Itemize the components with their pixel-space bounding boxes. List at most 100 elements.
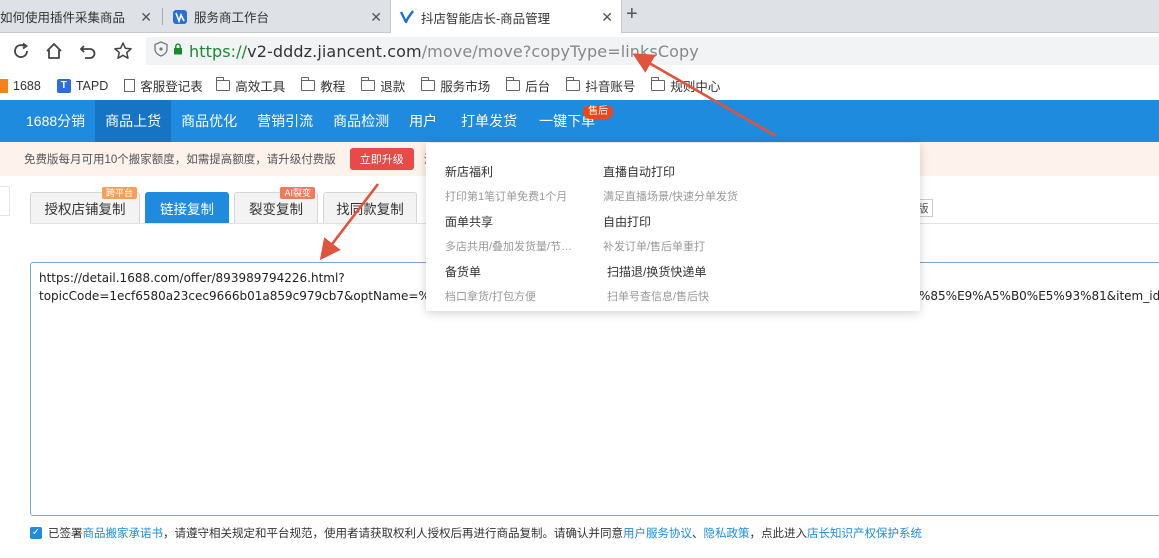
tab-separator: [162, 8, 163, 25]
browser-tab-3[interactable]: 抖店智能店长-商品管理 ✕: [390, 0, 622, 34]
url-field[interactable]: https://v2-dddz.jiancent.com/move/move?c…: [146, 37, 1159, 65]
dropdown-item-title: 备货单: [445, 265, 482, 279]
bookmark-label: TAPD: [75, 78, 109, 93]
link-line-2-end: %85%E9%A5%B0%E5%93%81&item_id=893: [919, 289, 1159, 303]
home-icon[interactable]: [42, 39, 66, 63]
dropdown-item-desc: 满足直播场景/快速分单发货: [603, 191, 739, 203]
tab-link-copy[interactable]: 链接复制: [145, 192, 229, 223]
bookmark-folder-service-market[interactable]: 服务市场: [421, 76, 490, 95]
agreement-checkbox[interactable]: ✓: [30, 527, 42, 539]
cross-platform-badge: 跨平台: [101, 187, 137, 199]
bookmark-folder-refund[interactable]: 退款: [361, 76, 405, 95]
folder-icon: [216, 77, 231, 91]
bookmarks-bar: 1688 T TAPD 客服登记表 高效工具 教程 退款 服务市场 后台 抖音账…: [0, 71, 1159, 100]
after-sale-badge: 售后: [583, 105, 614, 119]
tab-label: 授权店铺复制: [44, 202, 126, 217]
bookmark-folder-douyin-accounts[interactable]: 抖音账号: [566, 76, 635, 95]
lock-icon: [173, 42, 183, 60]
bookmark-label: 规则中心: [670, 80, 721, 94]
user-service-agreement-link[interactable]: 用户服务协议: [623, 525, 692, 541]
agreement-separator: 、: [692, 528, 704, 540]
folder-icon: [566, 77, 581, 91]
doc-icon: [124, 79, 136, 92]
nav-product-check[interactable]: 商品检测: [323, 100, 399, 142]
dropdown-item-desc: 多店共用/叠加发货量/节…: [445, 241, 573, 253]
dropdown-item-desc: 档口拿货/打包方便: [445, 291, 537, 303]
bookmark-label: 后台: [525, 80, 551, 94]
dropdown-item-title: 直播自动打印: [603, 165, 676, 179]
doudian-favicon-icon: [399, 9, 415, 25]
tab-label: 链接复制: [160, 202, 214, 217]
nav-marketing[interactable]: 营销引流: [247, 100, 323, 142]
app-main-nav: 1688分销 商品上货 商品优化 营销引流 商品检测 用户 打单发货 一键下单 …: [0, 100, 1159, 142]
folder-icon: [651, 77, 666, 91]
browser-tab-2[interactable]: 服务商工作台 ✕: [164, 0, 390, 33]
bookmark-label: 1688: [13, 78, 41, 93]
url-text: https://v2-dddz.jiancent.com/move/move?c…: [189, 42, 699, 61]
dropdown-item-free-print[interactable]: 自由打印 补发订单/售后单重打: [603, 213, 705, 254]
side-collapse-handle[interactable]: [0, 186, 10, 216]
dropdown-item-stock-list[interactable]: 备货单 档口拿货/打包方便: [445, 263, 536, 304]
1688-icon: [0, 78, 8, 93]
tab-label: 找同款复制: [336, 202, 404, 217]
folder-icon: [421, 77, 436, 91]
dropdown-item-desc: 扫单号查信息/售后快: [607, 291, 710, 303]
tab-find-same-copy[interactable]: 找同款复制: [323, 192, 417, 223]
bookmark-star-icon[interactable]: [111, 39, 135, 63]
dropdown-item-new-store-benefit[interactable]: 新店福利 打印第1笔订单免费1个月: [445, 163, 567, 204]
bookmark-label: 服务市场: [440, 80, 491, 94]
ai-fission-badge: AI裂变: [280, 187, 315, 199]
privacy-policy-link[interactable]: 隐私政策: [704, 525, 750, 541]
move-commitment-link[interactable]: 商品搬家承诺书: [83, 525, 164, 541]
dropdown-item-title: 扫描退/换货快递单: [607, 265, 707, 279]
new-tab-icon[interactable]: +: [626, 3, 638, 26]
dropdown-item-live-auto-print[interactable]: 直播自动打印 满足直播场景/快速分单发货: [603, 163, 738, 204]
nav-print-shipping[interactable]: 打单发货: [451, 100, 527, 142]
bookmark-label: 高效工具: [235, 80, 286, 94]
dropdown-item-title: 面单共享: [445, 215, 494, 229]
dropdown-item-desc: 补发订单/售后单重打: [603, 241, 706, 253]
bookmark-customer-service[interactable]: 客服登记表: [124, 76, 204, 95]
bookmark-tapd[interactable]: T TAPD: [56, 78, 109, 93]
url-protocol: https://: [189, 41, 248, 61]
browser-tab-1[interactable]: 如何使用插件采集商品 ✕: [0, 0, 160, 33]
bookmark-1688[interactable]: 1688: [0, 78, 41, 93]
agreement-text-2: ，点此进入: [749, 528, 808, 540]
tab-title: 服务商工作台: [194, 11, 270, 25]
nav-product-optimization[interactable]: 商品优化: [171, 100, 247, 142]
agreement-row: ✓ 已签署 商品搬家承诺书 ，请遵守相关规定和平台规范，使用者请获取权利人授权后…: [30, 524, 922, 542]
agreement-prefix: 已签署: [48, 528, 83, 540]
bookmark-folder-tools[interactable]: 高效工具: [216, 76, 285, 95]
bookmark-folder-tutorial[interactable]: 教程: [301, 76, 345, 95]
address-bar: https://v2-dddz.jiancent.com/move/move?c…: [0, 33, 1159, 69]
bookmark-label: 抖音账号: [585, 80, 636, 94]
upgrade-button[interactable]: 立即升级: [349, 148, 414, 170]
tab-title: 抖店智能店长-商品管理: [421, 11, 551, 26]
tab-title: 如何使用插件采集商品: [0, 11, 126, 25]
tab-fission-copy[interactable]: 裂变复制 AI裂变: [234, 187, 318, 223]
close-tab-icon[interactable]: ✕: [601, 9, 613, 26]
tab-authorized-shop-copy[interactable]: 授权店铺复制 跨平台: [30, 187, 140, 223]
bookmark-folder-backend[interactable]: 后台: [506, 76, 550, 95]
close-tab-icon[interactable]: ✕: [140, 9, 152, 26]
dropdown-item-waybill-share[interactable]: 面单共享 多店共用/叠加发货量/节…: [445, 213, 572, 254]
ip-protection-system-link[interactable]: 店长知识产权保护系统: [807, 525, 922, 541]
nav-one-click-order[interactable]: 一键下单 售后: [529, 100, 614, 142]
tab-label: 裂变复制: [249, 202, 303, 217]
notice-text: 免费版每月可用10个搬家额度，如需提高额度，请升级付费版: [24, 154, 336, 166]
link-line-2-start: topicCode=1ecf6580a23cec9666b01a859c979c…: [39, 289, 484, 303]
bookmark-label: 退款: [380, 80, 406, 94]
bookmark-folder-rules[interactable]: 规则中心: [651, 76, 720, 95]
undo-icon[interactable]: [76, 39, 100, 63]
site-security-icon[interactable]: [154, 40, 168, 62]
dropdown-item-scan-return[interactable]: 扫描退/换货快递单 扫单号查信息/售后快: [607, 263, 709, 304]
url-path: /move/move?copyType=linksCopy: [421, 41, 699, 61]
dropdown-item-title: 自由打印: [603, 215, 652, 229]
nav-users[interactable]: 用户: [399, 100, 447, 142]
url-host: v2-dddz.jiancent.com: [247, 41, 422, 61]
close-tab-icon[interactable]: ✕: [370, 9, 382, 26]
nav-product-listing[interactable]: 商品上货: [95, 100, 172, 142]
reload-icon[interactable]: [9, 39, 33, 63]
nav-1688-distribution[interactable]: 1688分销: [0, 100, 95, 142]
bookmark-label: 客服登记表: [140, 80, 203, 94]
